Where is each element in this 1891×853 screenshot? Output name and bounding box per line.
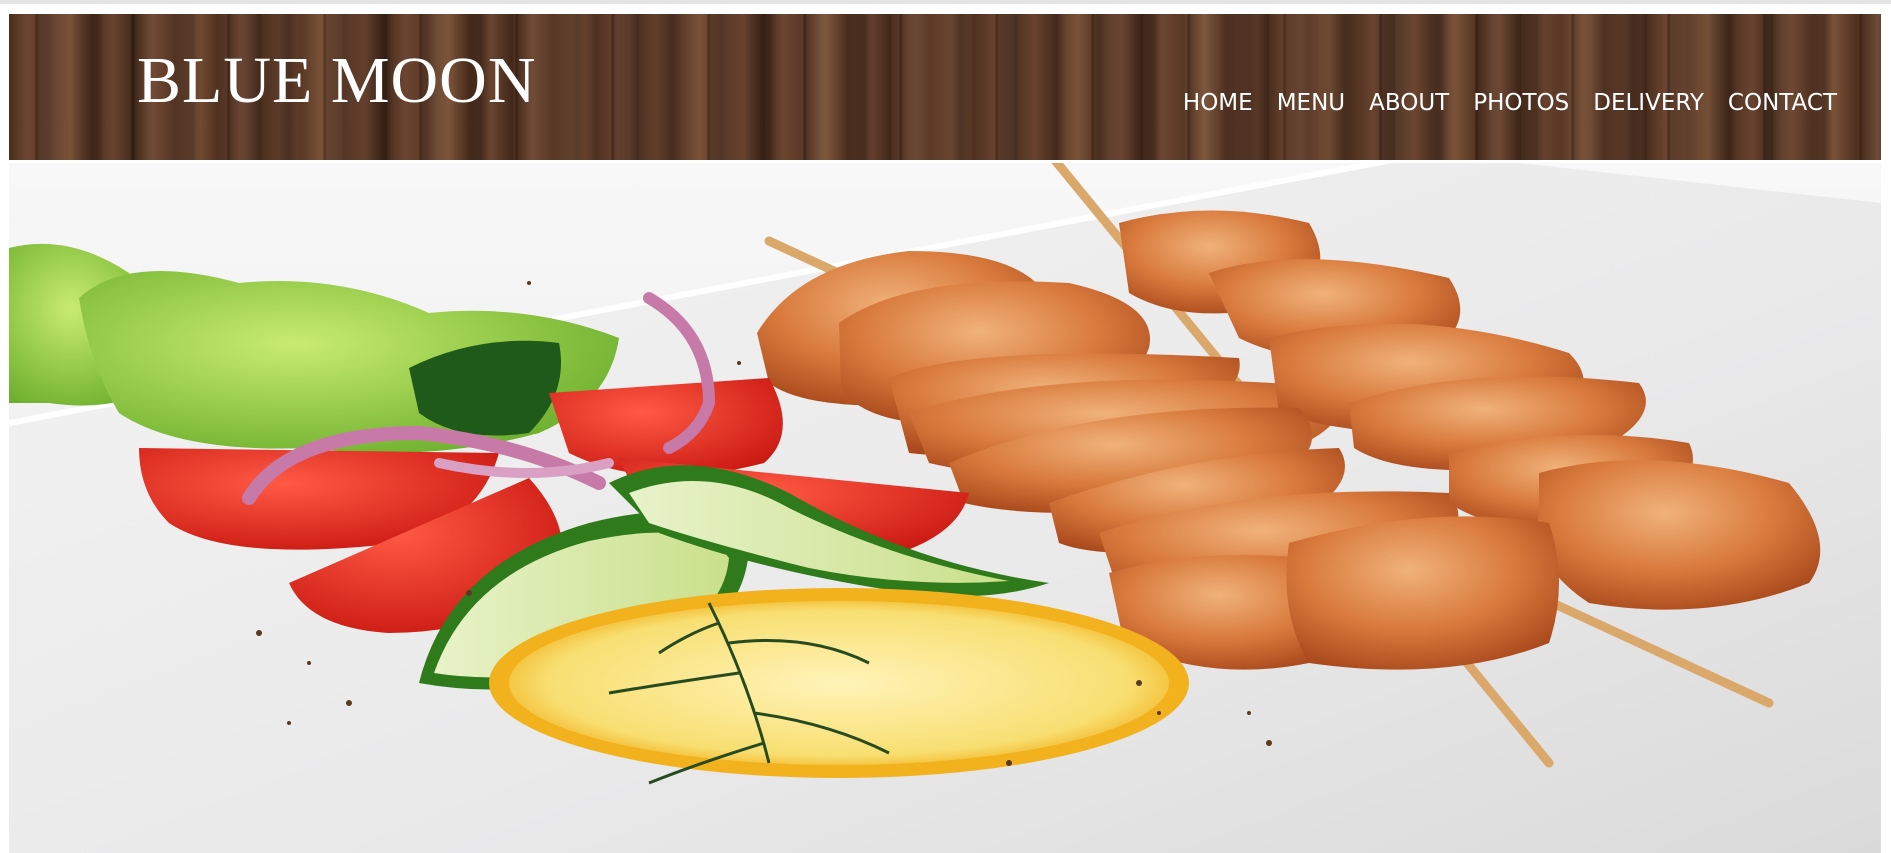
hero-banner	[9, 163, 1881, 853]
site-header: BLUE MOON HOME MENU ABOUT PHOTOS DELIVER…	[9, 14, 1881, 160]
nav-home-link[interactable]: HOME	[1171, 88, 1265, 118]
main-nav: HOME MENU ABOUT PHOTOS DELIVERY CONTACT	[1171, 88, 1849, 118]
nav-menu-link[interactable]: MENU	[1265, 88, 1357, 118]
hero-food-image	[9, 163, 1881, 853]
top-border	[0, 0, 1891, 4]
nav-contact-link[interactable]: CONTACT	[1716, 88, 1849, 118]
nav-photos-link[interactable]: PHOTOS	[1461, 88, 1581, 118]
site-logo[interactable]: BLUE MOON	[137, 48, 537, 114]
nav-about-link[interactable]: ABOUT	[1357, 88, 1461, 118]
nav-delivery-link[interactable]: DELIVERY	[1581, 88, 1716, 118]
